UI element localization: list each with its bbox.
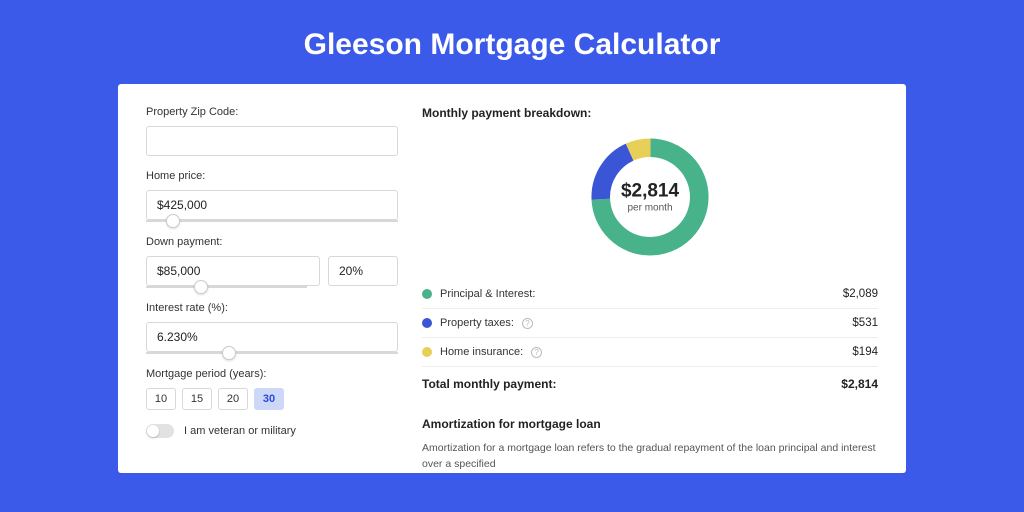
total-row: Total monthly payment: $2,814 [422, 367, 878, 401]
zip-label: Property Zip Code: [146, 106, 398, 118]
donut-sub: per month [621, 203, 679, 214]
amortization-title: Amortization for mortgage loan [422, 417, 878, 431]
dot-icon-green [422, 289, 432, 299]
breakdown-row-insurance: Home insurance: ? $194 [422, 338, 878, 367]
home-price-input[interactable] [146, 190, 398, 220]
home-price-slider-thumb[interactable] [166, 214, 180, 228]
zip-input[interactable] [146, 126, 398, 156]
inputs-column: Property Zip Code: Home price: Down paym… [146, 106, 398, 473]
down-payment-label: Down payment: [146, 236, 398, 248]
taxes-label: Property taxes: [440, 317, 514, 329]
interest-rate-slider[interactable] [146, 352, 398, 354]
donut-amount: $2,814 [621, 181, 679, 203]
mortgage-period-options: 10 15 20 30 [146, 388, 398, 410]
interest-rate-label: Interest rate (%): [146, 302, 398, 314]
breakdown-row-principal: Principal & Interest: $2,089 [422, 280, 878, 309]
veteran-label: I am veteran or military [184, 425, 296, 437]
veteran-toggle[interactable] [146, 424, 174, 438]
info-icon[interactable]: ? [531, 347, 542, 358]
down-payment-input[interactable] [146, 256, 320, 286]
total-label: Total monthly payment: [422, 377, 556, 391]
calculator-card: Property Zip Code: Home price: Down paym… [118, 84, 906, 473]
interest-rate-slider-thumb[interactable] [222, 346, 236, 360]
breakdown-row-taxes: Property taxes: ? $531 [422, 309, 878, 338]
home-price-field-group: Home price: [146, 170, 398, 222]
down-payment-slider-thumb[interactable] [194, 280, 208, 294]
donut-chart: $2,814 per month [422, 132, 878, 262]
period-btn-20[interactable]: 20 [218, 388, 248, 410]
principal-label: Principal & Interest: [440, 288, 535, 300]
period-btn-15[interactable]: 15 [182, 388, 212, 410]
period-btn-10[interactable]: 10 [146, 388, 176, 410]
amortization-section: Amortization for mortgage loan Amortizat… [422, 417, 878, 473]
amortization-text: Amortization for a mortgage loan refers … [422, 441, 878, 473]
insurance-value: $194 [852, 346, 878, 358]
insurance-label: Home insurance: [440, 346, 523, 358]
zip-field-group: Property Zip Code: [146, 106, 398, 156]
interest-rate-input[interactable] [146, 322, 398, 352]
total-value: $2,814 [841, 377, 878, 391]
donut-center: $2,814 per month [621, 181, 679, 214]
breakdown-title: Monthly payment breakdown: [422, 106, 878, 120]
veteran-toggle-knob [147, 425, 159, 437]
interest-rate-field-group: Interest rate (%): [146, 302, 398, 354]
page-title: Gleeson Mortgage Calculator [0, 0, 1024, 84]
mortgage-period-label: Mortgage period (years): [146, 368, 398, 380]
dot-icon-blue [422, 318, 432, 328]
veteran-toggle-row: I am veteran or military [146, 424, 398, 438]
home-price-label: Home price: [146, 170, 398, 182]
results-column: Monthly payment breakdown: $2,814 per mo… [422, 106, 878, 473]
down-payment-percent-input[interactable] [328, 256, 398, 286]
mortgage-period-field-group: Mortgage period (years): 10 15 20 30 [146, 368, 398, 410]
principal-value: $2,089 [843, 288, 878, 300]
taxes-value: $531 [852, 317, 878, 329]
period-btn-30[interactable]: 30 [254, 388, 284, 410]
info-icon[interactable]: ? [522, 318, 533, 329]
dot-icon-yellow [422, 347, 432, 357]
down-payment-field-group: Down payment: [146, 236, 398, 288]
home-price-slider[interactable] [146, 220, 398, 222]
down-payment-slider[interactable] [146, 286, 307, 288]
